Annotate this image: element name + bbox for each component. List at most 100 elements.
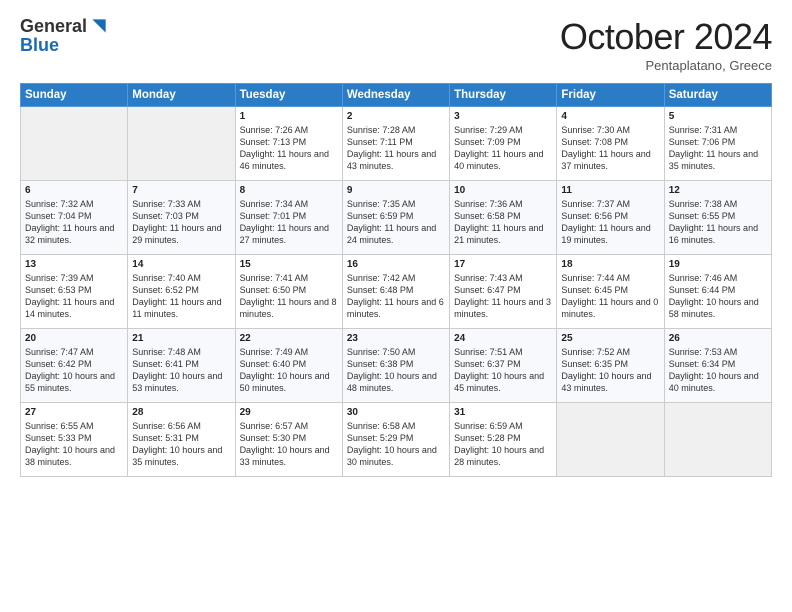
calendar-cell: 24 Sunrise: 7:51 AMSunset: 6:37 PMDayligh… bbox=[450, 329, 557, 403]
day-number: 31 bbox=[454, 407, 552, 418]
calendar-cell: 31 Sunrise: 6:59 AMSunset: 5:28 PMDayligh… bbox=[450, 403, 557, 477]
cell-info: Sunrise: 7:47 AMSunset: 6:42 PMDaylight:… bbox=[25, 346, 123, 395]
cell-info: Sunrise: 7:33 AMSunset: 7:03 PMDaylight:… bbox=[132, 198, 230, 247]
cell-info: Sunrise: 7:46 AMSunset: 6:44 PMDaylight:… bbox=[669, 272, 767, 321]
calendar-cell: 4 Sunrise: 7:30 AMSunset: 7:08 PMDaylight… bbox=[557, 107, 664, 181]
cell-info: Sunrise: 7:37 AMSunset: 6:56 PMDaylight:… bbox=[561, 198, 659, 247]
calendar-cell bbox=[557, 403, 664, 477]
day-number: 19 bbox=[669, 259, 767, 270]
cell-info: Sunrise: 6:58 AMSunset: 5:29 PMDaylight:… bbox=[347, 420, 445, 469]
calendar-cell: 26Sunrise: 7:53 AMSunset: 6:34 PMDayligh… bbox=[664, 329, 771, 403]
cell-info: Sunrise: 7:39 AMSunset: 6:53 PMDaylight:… bbox=[25, 272, 123, 321]
day-number: 16 bbox=[347, 259, 445, 270]
cell-info: Sunrise: 7:42 AMSunset: 6:48 PMDaylight:… bbox=[347, 272, 445, 321]
calendar-cell: 25 Sunrise: 7:52 AMSunset: 6:35 PMDayligh… bbox=[557, 329, 664, 403]
logo: General Blue bbox=[20, 16, 109, 54]
calendar-cell: 15 Sunrise: 7:41 AMSunset: 6:50 PMDayligh… bbox=[235, 255, 342, 329]
calendar-cell: 27 Sunrise: 6:55 AMSunset: 5:33 PMDayligh… bbox=[21, 403, 128, 477]
cell-info: Sunrise: 7:41 AMSunset: 6:50 PMDaylight:… bbox=[240, 272, 338, 321]
cell-info: Sunrise: 7:48 AMSunset: 6:41 PMDaylight:… bbox=[132, 346, 230, 395]
day-number: 29 bbox=[240, 407, 338, 418]
calendar-week-row: 13 Sunrise: 7:39 AMSunset: 6:53 PMDayligh… bbox=[21, 255, 772, 329]
cell-info: Sunrise: 7:30 AMSunset: 7:08 PMDaylight:… bbox=[561, 124, 659, 173]
day-number: 28 bbox=[132, 407, 230, 418]
day-header-thursday: Thursday bbox=[450, 84, 557, 107]
day-number: 11 bbox=[561, 185, 659, 196]
cell-info: Sunrise: 7:38 AMSunset: 6:55 PMDaylight:… bbox=[669, 198, 767, 247]
cell-info: Sunrise: 7:52 AMSunset: 6:35 PMDaylight:… bbox=[561, 346, 659, 395]
title-block: October 2024 Pentaplatano, Greece bbox=[560, 16, 772, 73]
calendar-week-row: 20 Sunrise: 7:47 AMSunset: 6:42 PMDayligh… bbox=[21, 329, 772, 403]
day-number: 8 bbox=[240, 185, 338, 196]
day-number: 2 bbox=[347, 111, 445, 122]
calendar-header-row: SundayMondayTuesdayWednesdayThursdayFrid… bbox=[21, 84, 772, 107]
day-number: 30 bbox=[347, 407, 445, 418]
cell-info: Sunrise: 7:28 AMSunset: 7:11 PMDaylight:… bbox=[347, 124, 445, 173]
day-number: 24 bbox=[454, 333, 552, 344]
day-number: 25 bbox=[561, 333, 659, 344]
day-number: 21 bbox=[132, 333, 230, 344]
day-header-saturday: Saturday bbox=[664, 84, 771, 107]
calendar-cell: 8 Sunrise: 7:34 AMSunset: 7:01 PMDaylight… bbox=[235, 181, 342, 255]
cell-info: Sunrise: 6:55 AMSunset: 5:33 PMDaylight:… bbox=[25, 420, 123, 469]
day-number: 17 bbox=[454, 259, 552, 270]
calendar-cell: 14 Sunrise: 7:40 AMSunset: 6:52 PMDayligh… bbox=[128, 255, 235, 329]
calendar-cell: 9Sunrise: 7:35 AMSunset: 6:59 PMDaylight… bbox=[342, 181, 449, 255]
day-number: 18 bbox=[561, 259, 659, 270]
calendar-cell: 23 Sunrise: 7:50 AMSunset: 6:38 PMDayligh… bbox=[342, 329, 449, 403]
calendar-week-row: 6Sunrise: 7:32 AMSunset: 7:04 PMDaylight… bbox=[21, 181, 772, 255]
day-number: 5 bbox=[669, 111, 767, 122]
day-number: 4 bbox=[561, 111, 659, 122]
day-number: 9 bbox=[347, 185, 445, 196]
calendar-cell: 19 Sunrise: 7:46 AMSunset: 6:44 PMDayligh… bbox=[664, 255, 771, 329]
calendar-cell: 29 Sunrise: 6:57 AMSunset: 5:30 PMDayligh… bbox=[235, 403, 342, 477]
day-number: 23 bbox=[347, 333, 445, 344]
day-header-friday: Friday bbox=[557, 84, 664, 107]
calendar-cell: 18 Sunrise: 7:44 AMSunset: 6:45 PMDayligh… bbox=[557, 255, 664, 329]
day-number: 3 bbox=[454, 111, 552, 122]
calendar-cell bbox=[664, 403, 771, 477]
calendar-cell bbox=[128, 107, 235, 181]
cell-info: Sunrise: 6:56 AMSunset: 5:31 PMDaylight:… bbox=[132, 420, 230, 469]
calendar-cell: 21 Sunrise: 7:48 AMSunset: 6:41 PMDayligh… bbox=[128, 329, 235, 403]
cell-info: Sunrise: 7:31 AMSunset: 7:06 PMDaylight:… bbox=[669, 124, 767, 173]
day-header-wednesday: Wednesday bbox=[342, 84, 449, 107]
calendar-cell: 30 Sunrise: 6:58 AMSunset: 5:29 PMDayligh… bbox=[342, 403, 449, 477]
calendar-week-row: 27 Sunrise: 6:55 AMSunset: 5:33 PMDayligh… bbox=[21, 403, 772, 477]
calendar-cell: 22Sunrise: 7:49 AMSunset: 6:40 PMDayligh… bbox=[235, 329, 342, 403]
day-number: 6 bbox=[25, 185, 123, 196]
calendar-cell: 17 Sunrise: 7:43 AMSunset: 6:47 PMDayligh… bbox=[450, 255, 557, 329]
calendar-week-row: 1Sunrise: 7:26 AMSunset: 7:13 PMDaylight… bbox=[21, 107, 772, 181]
calendar-table: SundayMondayTuesdayWednesdayThursdayFrid… bbox=[20, 83, 772, 477]
day-number: 13 bbox=[25, 259, 123, 270]
calendar-cell: 10Sunrise: 7:36 AMSunset: 6:58 PMDayligh… bbox=[450, 181, 557, 255]
cell-info: Sunrise: 7:40 AMSunset: 6:52 PMDaylight:… bbox=[132, 272, 230, 321]
page-header: General Blue October 2024 Pentaplatano, … bbox=[20, 16, 772, 73]
day-number: 14 bbox=[132, 259, 230, 270]
day-number: 20 bbox=[25, 333, 123, 344]
cell-info: Sunrise: 7:53 AMSunset: 6:34 PMDaylight:… bbox=[669, 346, 767, 395]
location-subtitle: Pentaplatano, Greece bbox=[560, 58, 772, 73]
cell-info: Sunrise: 7:50 AMSunset: 6:38 PMDaylight:… bbox=[347, 346, 445, 395]
day-header-monday: Monday bbox=[128, 84, 235, 107]
logo-general-text: General bbox=[20, 17, 87, 35]
calendar-cell: 12Sunrise: 7:38 AMSunset: 6:55 PMDayligh… bbox=[664, 181, 771, 255]
cell-info: Sunrise: 6:57 AMSunset: 5:30 PMDaylight:… bbox=[240, 420, 338, 469]
calendar-cell: 6Sunrise: 7:32 AMSunset: 7:04 PMDaylight… bbox=[21, 181, 128, 255]
cell-info: Sunrise: 7:44 AMSunset: 6:45 PMDaylight:… bbox=[561, 272, 659, 321]
calendar-cell: 13 Sunrise: 7:39 AMSunset: 6:53 PMDayligh… bbox=[21, 255, 128, 329]
day-number: 27 bbox=[25, 407, 123, 418]
day-number: 7 bbox=[132, 185, 230, 196]
calendar-cell bbox=[21, 107, 128, 181]
calendar-cell: 20 Sunrise: 7:47 AMSunset: 6:42 PMDayligh… bbox=[21, 329, 128, 403]
calendar-cell: 1Sunrise: 7:26 AMSunset: 7:13 PMDaylight… bbox=[235, 107, 342, 181]
calendar-cell: 5 Sunrise: 7:31 AMSunset: 7:06 PMDaylight… bbox=[664, 107, 771, 181]
calendar-cell: 16 Sunrise: 7:42 AMSunset: 6:48 PMDayligh… bbox=[342, 255, 449, 329]
day-number: 15 bbox=[240, 259, 338, 270]
day-number: 1 bbox=[240, 111, 338, 122]
cell-info: Sunrise: 7:29 AMSunset: 7:09 PMDaylight:… bbox=[454, 124, 552, 173]
cell-info: Sunrise: 6:59 AMSunset: 5:28 PMDaylight:… bbox=[454, 420, 552, 469]
cell-info: Sunrise: 7:51 AMSunset: 6:37 PMDaylight:… bbox=[454, 346, 552, 395]
cell-info: Sunrise: 7:43 AMSunset: 6:47 PMDaylight:… bbox=[454, 272, 552, 321]
cell-info: Sunrise: 7:34 AMSunset: 7:01 PMDaylight:… bbox=[240, 198, 338, 247]
